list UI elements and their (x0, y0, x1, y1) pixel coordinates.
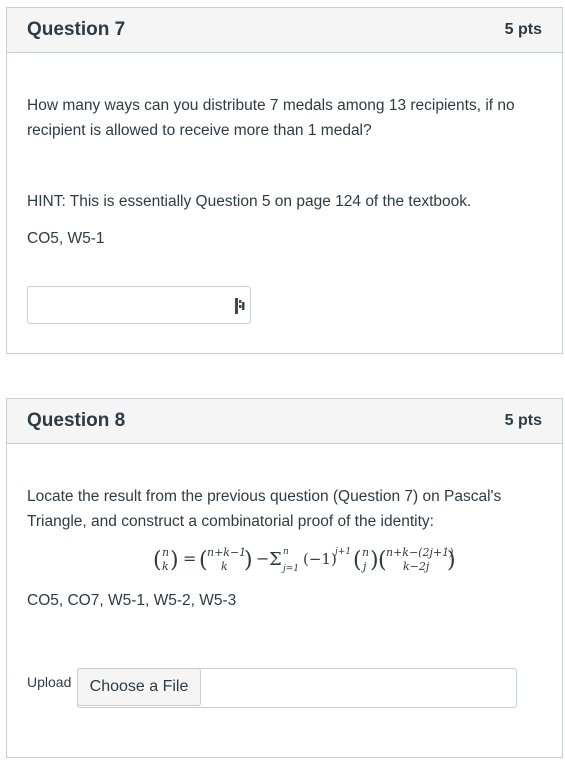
svg-text:k: k (221, 560, 228, 573)
question-8-text-line1: Locate the result from the previous ques… (27, 488, 502, 505)
question-7-text-line1: How many ways can you distribute 7 medal… (27, 97, 515, 114)
svg-text:(: ( (153, 548, 162, 573)
question-7-header: Question 7 5 pts (7, 8, 562, 53)
svg-text:j+1: j+1 (333, 547, 351, 557)
svg-text:(: ( (353, 548, 362, 573)
svg-text:−: − (256, 549, 269, 568)
svg-text:k−2j: k−2j (403, 560, 430, 573)
svg-text:n+k−1: n+k−1 (207, 546, 246, 559)
svg-text:k: k (162, 560, 169, 573)
question-7-text-line2: recipient is allowed to receive more tha… (27, 122, 372, 139)
svg-text:Σ: Σ (269, 549, 282, 570)
upload-label: Upload (27, 674, 72, 690)
question-7-hint: HINT: This is essentially Question 5 on … (27, 193, 472, 210)
question-8-text: Locate the result from the previous ques… (27, 484, 545, 534)
svg-text:): ) (244, 548, 253, 573)
svg-text:n: n (362, 546, 369, 559)
choose-file-button[interactable]: Choose a File (77, 668, 201, 706)
svg-text:n: n (162, 546, 169, 559)
question-8-text-line2: Triangle, and construct a combinatorial … (27, 513, 434, 530)
question-7-title: Question 7 (27, 19, 126, 40)
question-7-points: 5 pts (504, 21, 542, 38)
svg-text:n+k−(2j+1): n+k−(2j+1) (386, 546, 453, 559)
svg-text:=: = (183, 549, 196, 568)
question-7-outcomes: CO5, W5-1 (27, 230, 105, 247)
svg-text:): ) (170, 548, 179, 573)
svg-text:(−1): (−1) (303, 550, 337, 568)
identity-formula: ( n k ) = ( n+k−1 k ) − Σ n j=1 (−1) j+1… (0, 542, 565, 578)
question-7-answer-input[interactable] (27, 286, 251, 324)
question-8-outcomes: CO5, CO7, W5-1, W5-2, W5-3 (27, 592, 237, 609)
svg-text:j=1: j=1 (281, 564, 299, 574)
question-8-title: Question 8 (27, 410, 126, 431)
svg-text:): ) (447, 548, 456, 573)
password-manager-icon[interactable] (235, 298, 245, 314)
question-8-header: Question 8 5 pts (7, 399, 562, 444)
question-7-text: How many ways can you distribute 7 medal… (27, 93, 545, 143)
question-8-points: 5 pts (504, 412, 542, 429)
svg-text:n: n (283, 547, 289, 557)
upload-field[interactable]: Choose a File (77, 668, 517, 708)
